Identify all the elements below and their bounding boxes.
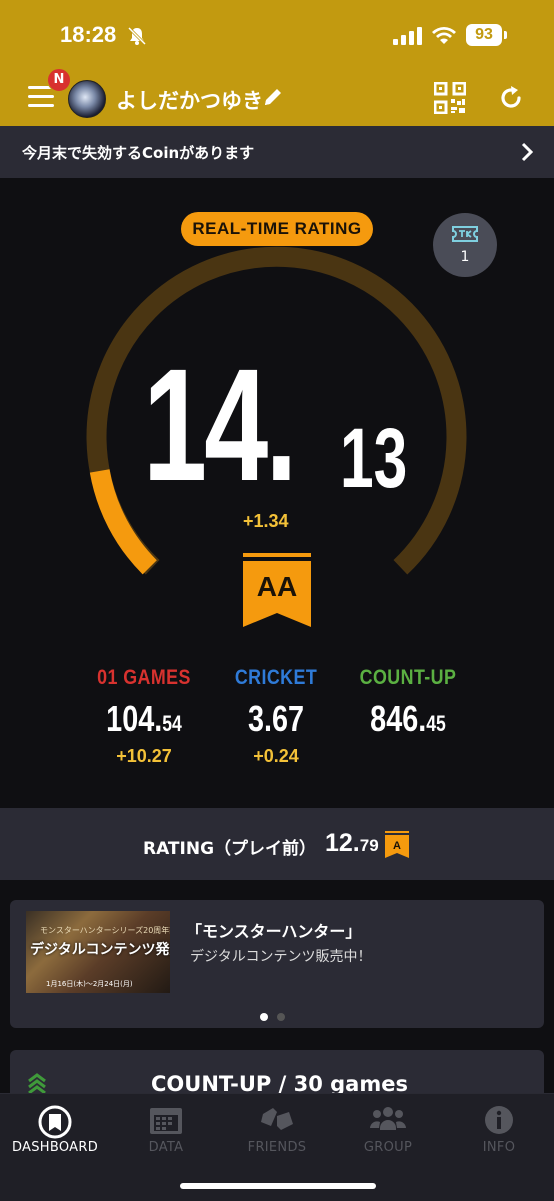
banner-title: 「モンスターハンター」 bbox=[186, 922, 362, 941]
rating-decimal: 13 bbox=[340, 411, 408, 505]
stat-value: 104.54 bbox=[106, 698, 182, 739]
tab-label: DATA bbox=[148, 1140, 184, 1155]
ticket-button[interactable]: 1 bbox=[433, 213, 497, 277]
carousel-dot-active bbox=[260, 1013, 268, 1021]
dashboard-icon bbox=[38, 1105, 72, 1139]
group-icon bbox=[370, 1107, 406, 1130]
stat-name: COUNT-UP bbox=[359, 666, 457, 689]
stat-name: 01 GAMES bbox=[97, 666, 191, 689]
tab-dashboard[interactable]: DASHBOARD bbox=[0, 1104, 110, 1155]
banner-image[interactable]: モンスターハンターシリーズ20周年記念 デジタルコンテンツ発売! 1月16日(木… bbox=[26, 911, 170, 993]
rating-integer: 14. bbox=[143, 335, 297, 514]
tab-group[interactable]: GROUP bbox=[333, 1104, 443, 1155]
rating-delta: +1.34 bbox=[243, 511, 289, 531]
stat-value: 846.45 bbox=[370, 698, 446, 739]
tab-label: INFO bbox=[482, 1140, 516, 1155]
banner-image-date: 1月16日(木)～2月24日(月) bbox=[46, 980, 133, 988]
tab-label: FRIENDS bbox=[247, 1140, 307, 1155]
prev-rating-value: 12.79 bbox=[325, 829, 379, 857]
rank-ribbon: AA bbox=[243, 553, 311, 633]
banner-image-main: デジタルコンテンツ発売! bbox=[30, 942, 170, 958]
prev-rating-band: RATING（プレイ前） 12.79 A bbox=[0, 808, 554, 880]
prev-rank-ribbon: A bbox=[385, 831, 409, 863]
prev-rank-label: A bbox=[393, 840, 401, 852]
info-icon bbox=[485, 1106, 513, 1134]
stat-01-games[interactable]: 01 GAMES 104.54 +10.27 bbox=[69, 666, 219, 767]
ticket-count: 1 bbox=[460, 249, 470, 265]
friends-icon bbox=[261, 1108, 293, 1130]
carousel-dot bbox=[277, 1013, 285, 1021]
ticket-icon bbox=[452, 226, 478, 242]
banner-image-top: モンスターハンターシリーズ20周年記念 bbox=[40, 926, 170, 935]
realtime-rating-badge: REAL-TIME RATING bbox=[181, 212, 373, 246]
tab-data[interactable]: DATA bbox=[111, 1104, 221, 1155]
banner-subtitle: デジタルコンテンツ販売中！ bbox=[190, 949, 372, 965]
rank-up-arrows-icon bbox=[28, 1073, 46, 1094]
tab-friends[interactable]: FRIENDS bbox=[222, 1104, 332, 1155]
rank-label: AA bbox=[256, 571, 298, 602]
calendar-icon bbox=[150, 1108, 182, 1134]
tab-label: DASHBOARD bbox=[11, 1140, 99, 1155]
stat-count-up[interactable]: COUNT-UP 846.45 bbox=[333, 666, 483, 746]
stat-value: 3.67 bbox=[247, 698, 305, 739]
promo-banner[interactable]: モンスターハンターシリーズ20周年記念 デジタルコンテンツ発売! 1月16日(木… bbox=[10, 900, 544, 1028]
stat-delta: +10.27 bbox=[116, 746, 172, 766]
stat-cricket[interactable]: CRICKET 3.67 +0.24 bbox=[201, 666, 351, 767]
stat-delta: +0.24 bbox=[253, 746, 299, 766]
tab-info[interactable]: INFO bbox=[444, 1104, 554, 1155]
carousel-dots[interactable] bbox=[260, 1006, 294, 1025]
home-indicator bbox=[180, 1183, 376, 1189]
prev-rating-label: RATING（プレイ前） bbox=[143, 839, 317, 859]
tab-label: GROUP bbox=[363, 1140, 413, 1155]
stat-name: CRICKET bbox=[234, 666, 318, 689]
